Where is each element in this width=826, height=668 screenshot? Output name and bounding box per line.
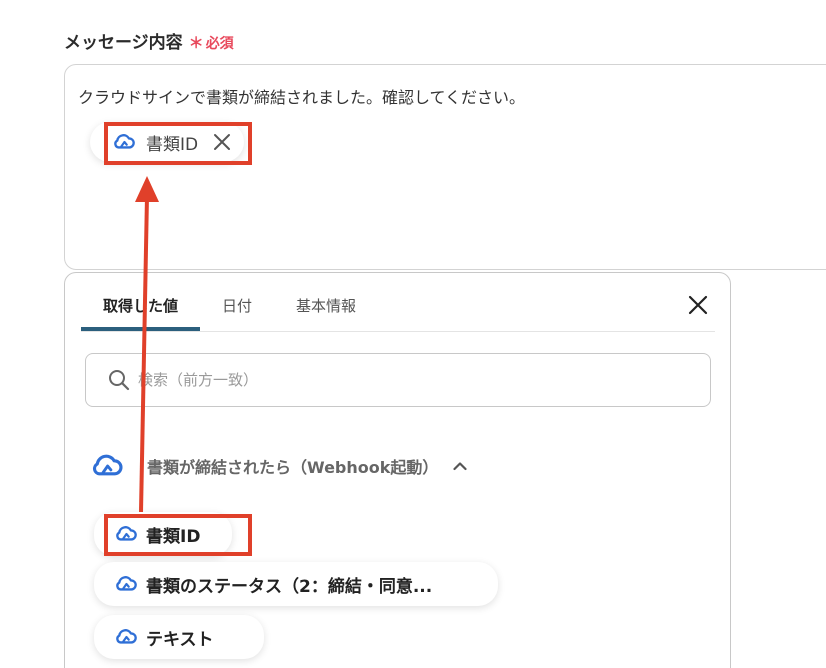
group-title: 書類が締結されたら（Webhook起動）: [147, 458, 439, 477]
close-icon: [688, 295, 708, 315]
variable-item-text[interactable]: テキスト: [94, 615, 264, 659]
tab-acquired-values[interactable]: 取得した値: [81, 273, 201, 331]
variable-item-label: 書類ID: [146, 526, 201, 547]
variable-picker-panel: 取得した値 日付 基本情報 書類が締結されたら（Webhook起動）: [64, 272, 731, 668]
cloudsign-icon: [91, 453, 123, 479]
search-icon: [108, 369, 130, 391]
message-field-label: メッセージ内容 ＊必須: [64, 28, 234, 53]
remove-variable-icon[interactable]: [212, 132, 232, 152]
tab-divider: [81, 331, 715, 332]
inserted-variable-label: 書類ID: [146, 134, 199, 155]
variable-item-label: テキスト: [146, 629, 214, 650]
required-asterisk: ＊: [188, 34, 204, 52]
chevron-up-icon[interactable]: [452, 458, 468, 474]
inserted-variable-chip[interactable]: 書類ID: [90, 122, 245, 162]
tab-date[interactable]: 日付: [200, 273, 274, 331]
group-header-webhook[interactable]: 書類が締結されたら（Webhook起動）: [91, 453, 468, 479]
cloudsign-icon: [112, 132, 136, 152]
message-text: クラウドサインで書類が締結されました。確認してください。: [78, 88, 526, 107]
tab-basic-info[interactable]: 基本情報: [274, 273, 378, 331]
cloudsign-icon: [114, 627, 138, 647]
variable-item-label: 書類のステータス（2：締結・同意...: [146, 576, 433, 597]
cloudsign-icon: [114, 574, 138, 594]
cloudsign-icon: [114, 524, 138, 544]
search-input[interactable]: [138, 371, 698, 389]
field-label-text: メッセージ内容: [64, 33, 183, 53]
variable-item-document-id[interactable]: 書類ID: [94, 512, 233, 556]
variable-item-document-status[interactable]: 書類のステータス（2：締結・同意...: [94, 562, 499, 606]
picker-tabs: 取得した値 日付 基本情報: [81, 273, 378, 331]
close-picker-button[interactable]: [686, 293, 710, 317]
required-text: 必須: [205, 36, 234, 52]
search-box[interactable]: [85, 353, 711, 407]
